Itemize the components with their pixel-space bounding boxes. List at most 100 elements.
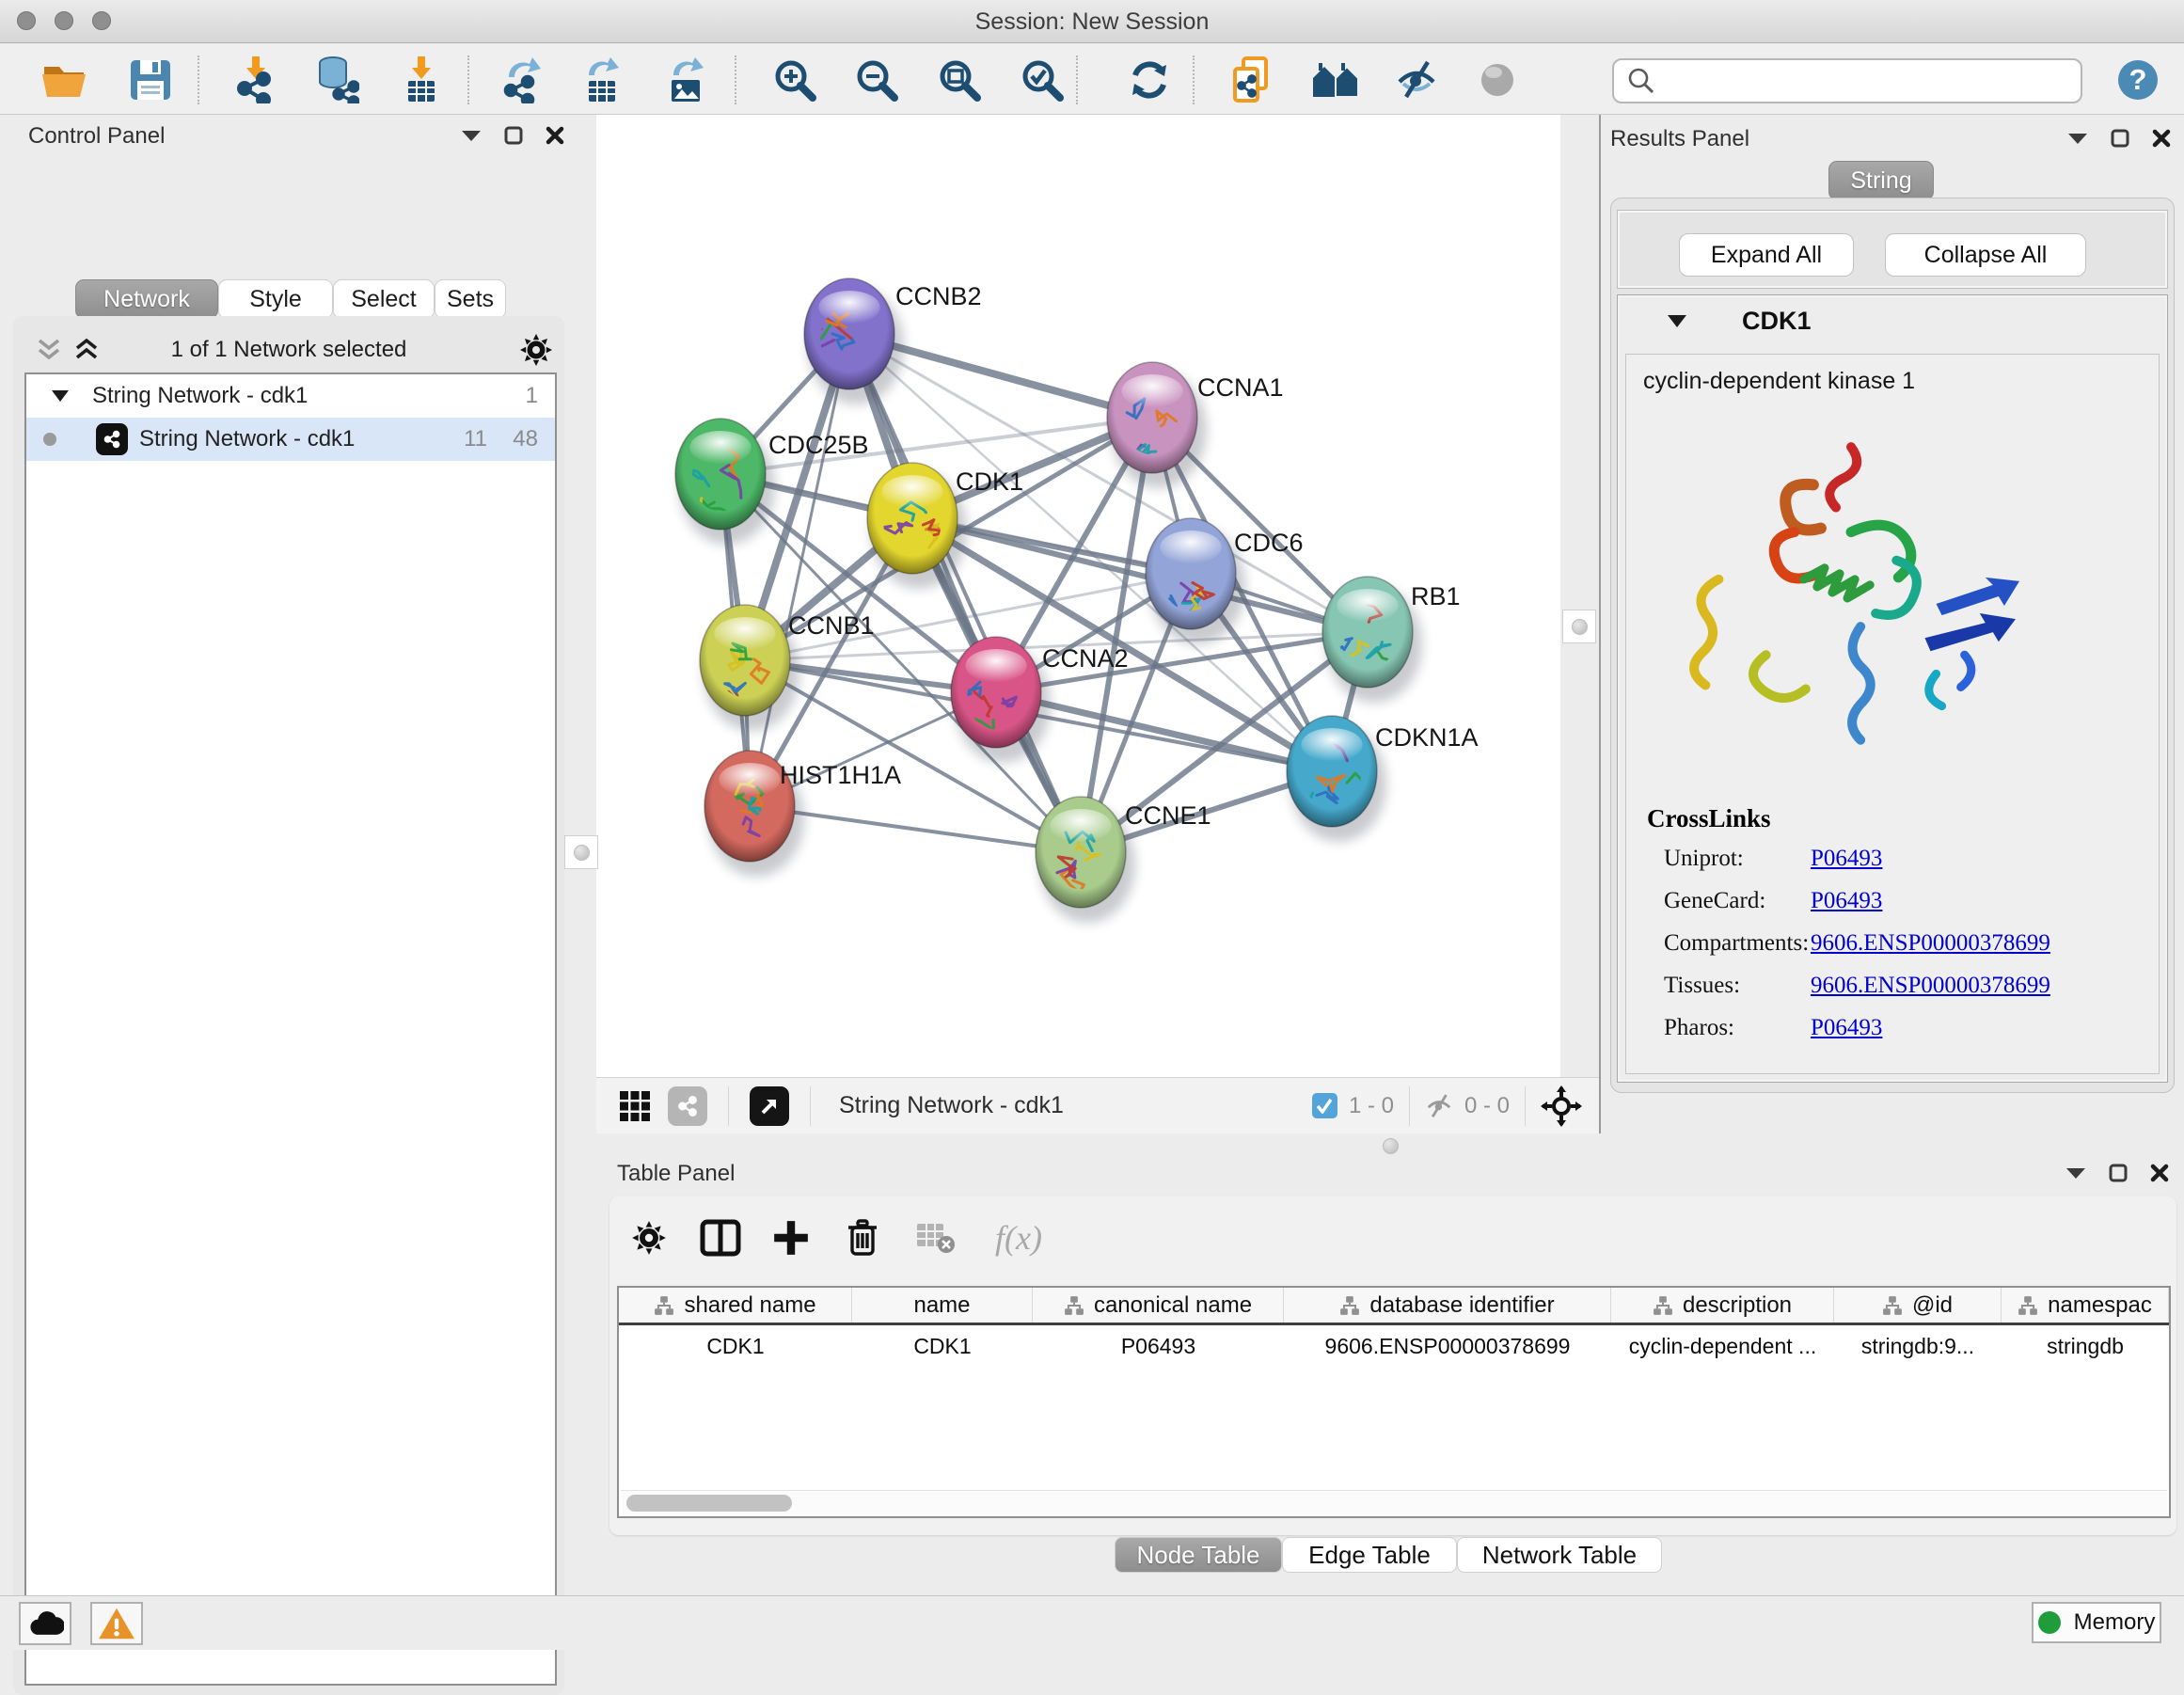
network-node-CCNA2[interactable]: CCNA2 — [951, 637, 1129, 763]
help-icon[interactable]: ? — [2112, 54, 2164, 106]
expand-all-button[interactable]: Expand All — [1679, 233, 1854, 277]
tab-string[interactable]: String — [1828, 161, 1934, 200]
table-cell[interactable]: CDK1 — [852, 1325, 1033, 1367]
network-edge-CCNB2-HIST1H1A[interactable] — [750, 334, 849, 806]
scrollbar-thumb[interactable] — [626, 1495, 792, 1512]
horizontal-scrollbar[interactable] — [621, 1490, 2167, 1514]
panel-menu-icon[interactable] — [461, 129, 482, 142]
crosslink-link[interactable]: P06493 — [1811, 888, 1882, 914]
network-row[interactable]: String Network - cdk1 11 48 — [26, 418, 555, 461]
table-splitter[interactable] — [596, 1133, 2184, 1159]
collapse-all-button[interactable]: Collapse All — [1885, 233, 2086, 277]
save-session-icon[interactable] — [124, 54, 177, 106]
crosslink-row: GeneCard:P06493 — [1626, 888, 2159, 930]
results-splitter[interactable] — [1560, 115, 1599, 1133]
zoom-selected-icon[interactable] — [1016, 54, 1068, 106]
network-node-CCNB2[interactable]: CCNB2 — [782, 278, 982, 404]
panel-menu-icon[interactable] — [2067, 132, 2088, 145]
title-bar: Session: New Session — [0, 0, 2184, 43]
clone-network-icon[interactable] — [1225, 54, 1277, 106]
panel-float-icon[interactable] — [504, 126, 523, 145]
panel-float-icon[interactable] — [2109, 1164, 2128, 1182]
crosslink-link[interactable]: 9606.ENSP00000378699 — [1811, 930, 2050, 957]
show-columns-icon[interactable] — [696, 1213, 745, 1262]
column-header--id[interactable]: @id — [1834, 1288, 2002, 1323]
table-cell[interactable]: stringdb — [2002, 1325, 2169, 1367]
crosslink-link[interactable]: P06493 — [1811, 846, 1882, 872]
network-overview-icon[interactable] — [1309, 54, 1362, 106]
column-header-shared-name[interactable]: shared name — [619, 1288, 852, 1323]
tab-node-table[interactable]: Node Table — [1115, 1537, 1282, 1573]
memory-button[interactable]: Memory — [2032, 1602, 2161, 1643]
tab-sets[interactable]: Sets — [435, 279, 506, 319]
network-node-CCNA1[interactable]: CCNA1 — [1107, 362, 1284, 488]
network-node-RB1[interactable]: RB1 — [1322, 577, 1461, 703]
hide-selected-eye-icon[interactable] — [1390, 54, 1443, 106]
export-table-icon[interactable] — [576, 54, 628, 106]
column-header-description[interactable]: description — [1611, 1288, 1834, 1323]
table-row[interactable]: CDK1CDK1P064939606.ENSP00000378699cyclin… — [619, 1325, 2169, 1367]
network-node-CDKN1A[interactable]: CDKN1A — [1283, 716, 1479, 842]
crosslink-link[interactable]: 9606.ENSP00000378699 — [1811, 973, 2050, 999]
tab-style[interactable]: Style — [218, 279, 333, 319]
network-canvas[interactable]: CCNB2CCNA1CDC25BCDK1CDC6RB1CCNB1CCNA2CDK… — [596, 115, 1560, 1077]
table-cell[interactable]: cyclin-dependent ... — [1611, 1325, 1834, 1367]
search-input[interactable] — [1665, 62, 2081, 100]
table-gear-icon[interactable] — [625, 1213, 673, 1262]
splitter-handle[interactable] — [1562, 610, 1596, 643]
function-builder-icon[interactable]: f(x) — [981, 1213, 1056, 1262]
collection-expander-icon[interactable] — [51, 389, 70, 403]
delete-table-icon[interactable] — [911, 1213, 960, 1262]
zoom-out-icon[interactable] — [850, 54, 903, 106]
birdseye-navigator-icon[interactable] — [1541, 1085, 1582, 1127]
tab-select[interactable]: Select — [333, 279, 435, 319]
table-cell[interactable]: CDK1 — [619, 1325, 852, 1367]
panel-float-icon[interactable] — [2111, 129, 2129, 148]
network-node-CDC25B[interactable]: CDC25B — [675, 419, 869, 545]
column-header-canonical-name[interactable]: canonical name — [1033, 1288, 1284, 1323]
control-splitter[interactable] — [564, 115, 596, 1595]
column-scope-icon — [654, 1295, 674, 1316]
network-node-HIST1H1A[interactable]: HIST1H1A — [704, 751, 901, 877]
warning-button[interactable] — [90, 1602, 143, 1645]
table-cell[interactable]: stringdb:9... — [1834, 1325, 2002, 1367]
add-column-icon[interactable] — [767, 1213, 815, 1262]
cloud-button[interactable] — [19, 1602, 71, 1645]
grid-view-icon[interactable] — [619, 1090, 651, 1122]
entry-expander-icon[interactable] — [1667, 314, 1687, 328]
network-options-gear-icon[interactable] — [517, 331, 555, 369]
tab-network[interactable]: Network — [75, 279, 218, 319]
network-collection-row[interactable]: String Network - cdk1 1 — [26, 374, 555, 418]
zoom-fit-icon[interactable] — [933, 54, 986, 106]
network-label: String Network - cdk1 — [139, 426, 355, 452]
panel-menu-icon[interactable] — [2065, 1166, 2086, 1180]
tab-edge-table[interactable]: Edge Table — [1282, 1537, 1457, 1573]
network-view-icon[interactable] — [668, 1086, 707, 1126]
column-header-database-identifier[interactable]: database identifier — [1284, 1288, 1611, 1323]
tab-network-table[interactable]: Network Table — [1457, 1537, 1662, 1573]
export-image-icon[interactable] — [660, 54, 713, 106]
delete-column-icon[interactable] — [838, 1213, 887, 1262]
panel-close-icon[interactable] — [2150, 1164, 2169, 1182]
network-node-CCNE1[interactable]: CCNE1 — [1036, 797, 1211, 923]
open-session-icon[interactable] — [38, 54, 90, 106]
panel-close-icon[interactable] — [546, 126, 564, 145]
import-network-file-icon[interactable] — [229, 54, 282, 106]
column-header-name[interactable]: name — [852, 1288, 1033, 1323]
splitter-handle[interactable] — [564, 835, 598, 869]
show-all-eye-icon[interactable] — [1471, 54, 1524, 106]
panel-close-icon[interactable] — [2152, 129, 2171, 148]
export-network-icon[interactable] — [496, 54, 548, 106]
table-cell[interactable]: 9606.ENSP00000378699 — [1284, 1325, 1611, 1367]
zoom-in-icon[interactable] — [768, 54, 821, 106]
refresh-icon[interactable] — [1123, 54, 1176, 106]
import-table-file-icon[interactable] — [395, 54, 448, 106]
crosslink-link[interactable]: P06493 — [1811, 1015, 1882, 1041]
table-cell[interactable]: P06493 — [1033, 1325, 1284, 1367]
detach-view-icon[interactable] — [750, 1086, 789, 1126]
search-box[interactable] — [1612, 58, 2082, 103]
column-header-namespac[interactable]: namespac — [2002, 1288, 2169, 1323]
selected-checkbox-icon[interactable] — [1312, 1093, 1337, 1118]
import-network-database-icon[interactable] — [310, 54, 363, 106]
gene-entry-header[interactable]: CDK1 — [1618, 295, 2167, 348]
